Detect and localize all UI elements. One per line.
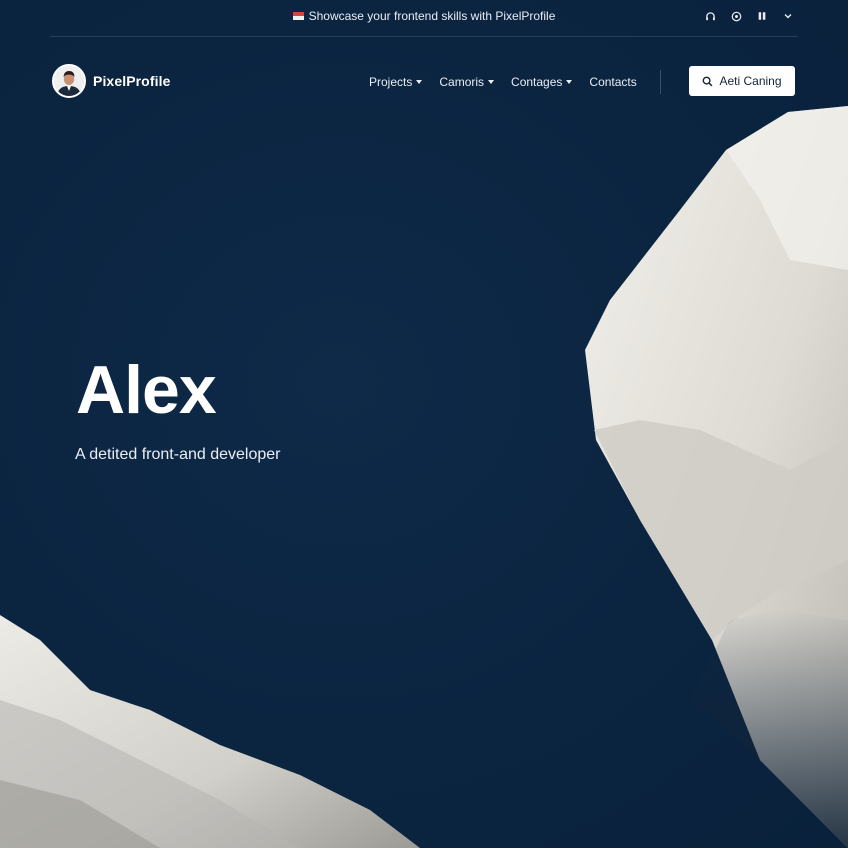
brand-link[interactable]: PixelProfile: [52, 64, 170, 98]
nav-divider: [660, 70, 661, 94]
avatar: [52, 64, 86, 98]
chevron-down-icon[interactable]: [782, 10, 794, 22]
nav-link-label: Contacts: [589, 75, 637, 89]
nav-link-label: Camoris: [439, 75, 485, 89]
nav-link-projects[interactable]: Projects: [369, 75, 423, 89]
announcement-bar: Showcase your frontend skills with Pixel…: [0, 0, 848, 37]
nav-link-contages[interactable]: Contages: [511, 75, 573, 89]
utility-icons: [704, 10, 794, 22]
nav-link-camoris[interactable]: Camoris: [439, 75, 495, 89]
globe-icon[interactable]: [730, 10, 742, 22]
page: Showcase your frontend skills with Pixel…: [0, 0, 848, 848]
cta-button[interactable]: Aeti Caning: [689, 66, 795, 96]
nav-link-label: Projects: [369, 75, 413, 89]
right-rock-shape: [585, 106, 848, 848]
left-rock-shape: [0, 615, 420, 848]
nav-links: Projects Camoris Contages Contacts: [369, 75, 637, 89]
search-icon: [703, 76, 713, 86]
headset-icon[interactable]: [704, 10, 716, 22]
nav-link-label: Contages: [511, 75, 563, 89]
flag-icon: [292, 12, 304, 20]
nav-link-contacts[interactable]: Contacts: [589, 75, 636, 89]
announcement-text: Showcase your frontend skills with Pixel…: [308, 9, 556, 23]
cta-label: Aeti Caning: [719, 74, 782, 88]
caret-down-icon: [566, 80, 573, 84]
hero-subtitle: A detited front-and developer: [75, 446, 281, 463]
caret-down-icon: [416, 80, 423, 84]
bookmark-icon[interactable]: [756, 10, 768, 22]
brand-name: PixelProfile: [93, 73, 171, 89]
main-nav: PixelProfile Projects Camoris Contages C…: [0, 56, 848, 106]
header-divider: [50, 36, 798, 37]
person-icon: [54, 66, 84, 96]
caret-down-icon: [488, 80, 495, 84]
hero-title: Alex: [76, 352, 217, 428]
